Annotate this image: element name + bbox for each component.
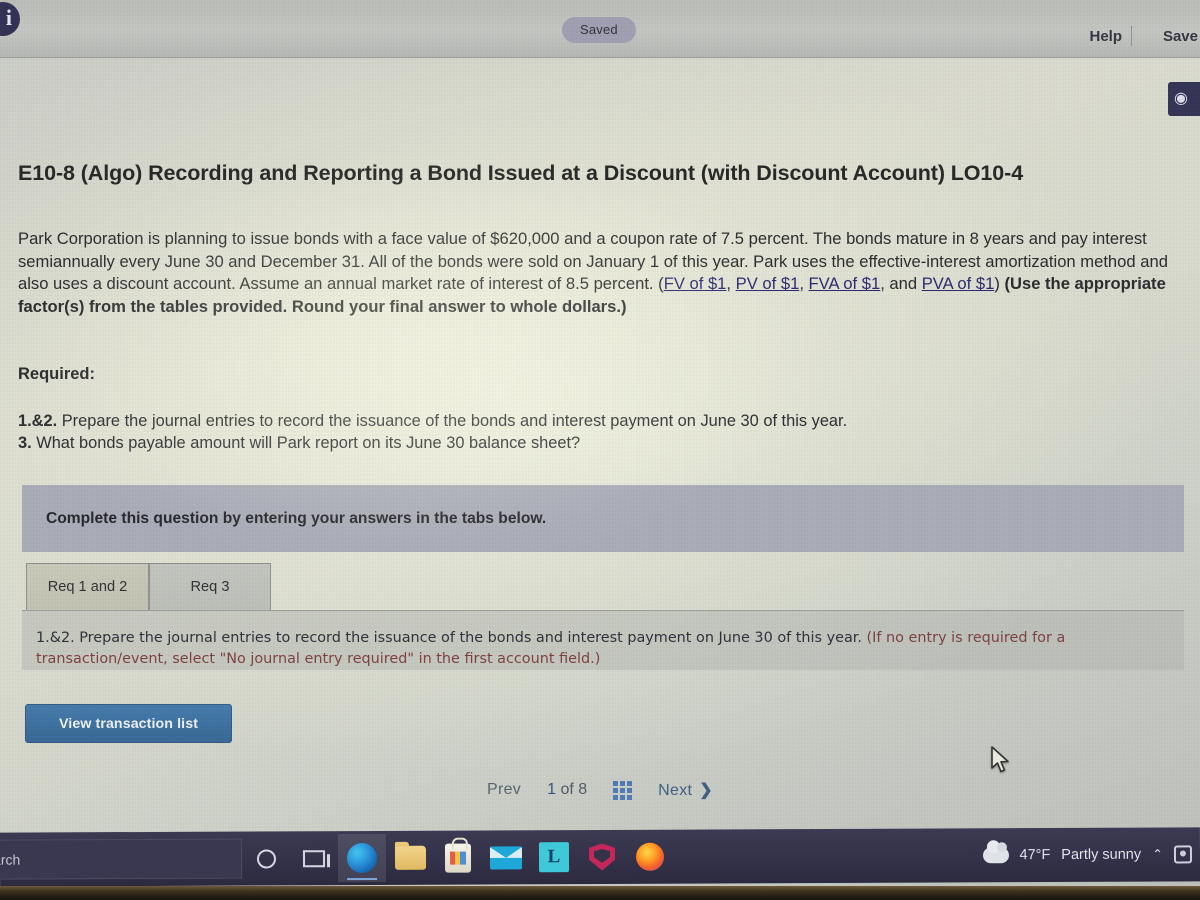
- system-tray: 47°F Partly sunny ⌃: [982, 845, 1200, 864]
- requirement-3: 3. What bonds payable amount will Park r…: [18, 432, 1118, 454]
- weather-temperature: 47°F: [1019, 847, 1051, 864]
- pv-of-1-link[interactable]: PV of $1: [736, 274, 800, 293]
- grid-icon[interactable]: [613, 780, 633, 800]
- prev-button[interactable]: Prev: [487, 781, 521, 799]
- fv-of-1-link[interactable]: FV of $1: [664, 274, 727, 293]
- save-and-exit-link[interactable]: Save: [1163, 28, 1198, 45]
- mcafee-icon[interactable]: [578, 833, 626, 881]
- question-prompt: Park Corporation is planning to issue bo…: [18, 228, 1186, 318]
- mouse-cursor-icon: [991, 746, 1009, 773]
- complete-question-panel: Complete this question by entering your …: [22, 485, 1184, 552]
- laptop-screen: i Saved Help Save ◉ E10-8 (Algo) Recordi…: [0, 0, 1200, 892]
- task-view-icon[interactable]: [290, 834, 338, 882]
- view-transaction-list-button[interactable]: View transaction list: [25, 704, 232, 743]
- edge-icon[interactable]: [337, 833, 387, 883]
- prompt-tail: ): [994, 274, 1005, 293]
- requirement-tabs: Req 1 and 2 Req 3: [26, 563, 271, 610]
- laptop-photo-frame: i Saved Help Save ◉ E10-8 (Algo) Recordi…: [0, 0, 1200, 900]
- tab-instruction-text: 1.&2. Prepare the journal entries to rec…: [36, 628, 1146, 670]
- requirement-3-text: What bonds payable amount will Park repo…: [31, 434, 581, 452]
- next-button-label: Next: [658, 782, 693, 799]
- view-transaction-list-label: View transaction list: [58, 715, 199, 732]
- help-link[interactable]: Help: [1089, 28, 1122, 45]
- page-title: E10-8 (Algo) Recording and Reporting a B…: [18, 161, 1024, 185]
- page-of-label: of: [556, 781, 579, 798]
- requirement-3-number: 3.: [18, 434, 32, 452]
- tab-req-1-and-2-label: Req 1 and 2: [47, 579, 128, 595]
- app-top-bar: i Saved Help Save: [0, 0, 1200, 58]
- tab-req-3-label: Req 3: [190, 579, 230, 595]
- tray-status-icon[interactable]: [1173, 845, 1193, 864]
- chevron-right-icon: ❯: [699, 782, 713, 799]
- saved-status-badge: Saved: [562, 17, 636, 43]
- lockdown-browser-letter: L: [538, 842, 570, 873]
- mail-icon[interactable]: [482, 833, 530, 881]
- tab-req-1-and-2[interactable]: Req 1 and 2: [26, 563, 149, 610]
- microsoft-store-icon[interactable]: [434, 834, 482, 882]
- taskbar-search-input[interactable]: arch: [0, 838, 243, 880]
- taskbar-search-text: arch: [0, 851, 21, 868]
- prompt-sep-1: ,: [726, 274, 736, 293]
- complete-question-text: Complete this question by entering your …: [46, 509, 547, 527]
- next-button[interactable]: Next ❯: [658, 780, 713, 800]
- question-content: E10-8 (Algo) Recording and Reporting a B…: [0, 58, 1200, 830]
- laptop-bezel: [0, 886, 1200, 900]
- windows-taskbar: arch L 47°F Partly sunny ⌃: [0, 827, 1200, 887]
- cortana-icon[interactable]: [242, 834, 290, 882]
- weather-cloud-icon: [982, 847, 1009, 864]
- file-explorer-icon[interactable]: [386, 834, 434, 882]
- pva-of-1-link[interactable]: PVA of $1: [922, 274, 995, 293]
- prompt-sep-3: , and: [880, 274, 922, 293]
- required-label: Required:: [18, 365, 96, 383]
- requirements-list: 1.&2. Prepare the journal entries to rec…: [18, 410, 1118, 454]
- chevron-up-icon[interactable]: ⌃: [1152, 847, 1163, 863]
- requirement-1-and-2-number: 1.&2.: [18, 412, 58, 430]
- weather-description: Partly sunny: [1061, 846, 1142, 863]
- tab-instruction-main: 1.&2. Prepare the journal entries to rec…: [36, 630, 867, 646]
- tab-req-3[interactable]: Req 3: [149, 563, 271, 610]
- requirement-1-and-2: 1.&2. Prepare the journal entries to rec…: [18, 410, 1118, 432]
- info-icon[interactable]: i: [0, 2, 20, 36]
- corner-action-button[interactable]: ◉: [1168, 82, 1200, 116]
- pagination-bar: Prev 1 of 8 Next ❯: [0, 780, 1200, 800]
- firefox-icon[interactable]: [626, 833, 674, 881]
- requirement-1-and-2-text: Prepare the journal entries to record th…: [57, 412, 848, 430]
- page-total: 8: [578, 781, 588, 798]
- page-indicator: 1 of 8: [547, 781, 587, 799]
- page-current: 1: [547, 781, 557, 798]
- prompt-sep-2: ,: [799, 274, 809, 293]
- topbar-divider: [1131, 26, 1132, 46]
- lockdown-browser-icon[interactable]: L: [530, 833, 578, 881]
- fva-of-1-link[interactable]: FVA of $1: [809, 274, 881, 293]
